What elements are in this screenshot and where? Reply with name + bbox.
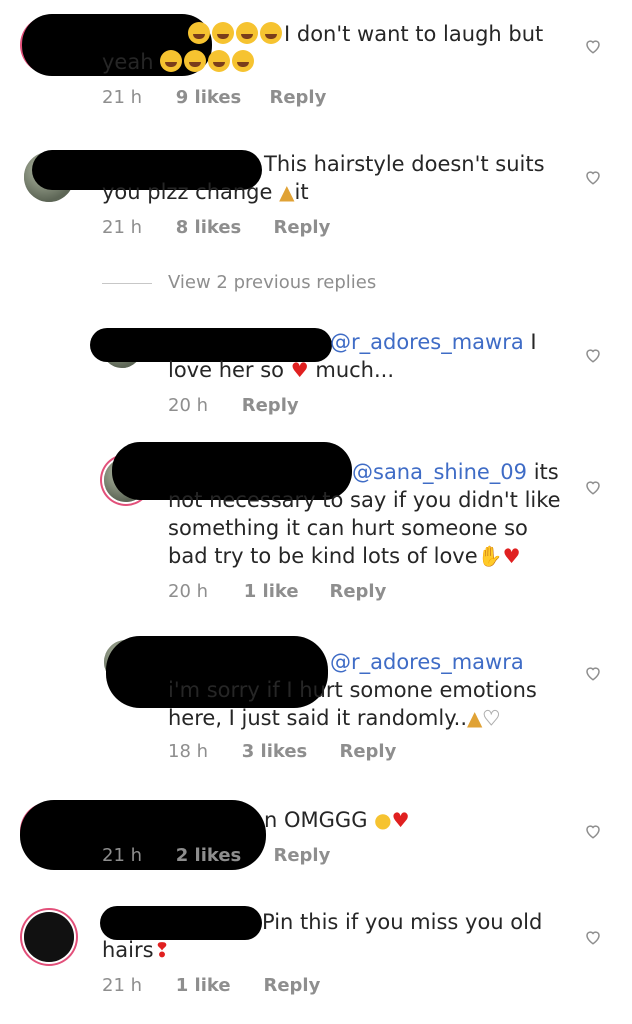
laughing-emoji-icon	[232, 50, 255, 72]
comment-text-line2: love her so ♥ much...	[168, 358, 395, 382]
heart-outline-icon[interactable]	[584, 664, 602, 682]
comment-text: @r_adores_mawra	[330, 648, 524, 676]
mention-link[interactable]: @sana_shine_09	[352, 460, 527, 484]
comment-text-line4: bad try to be kind lots of love✋♥	[168, 544, 521, 568]
comment-text-line2: not necessary to say if you didn't like	[168, 488, 561, 512]
red-heart-emoji-icon: ♥	[502, 544, 521, 568]
reply-button[interactable]: Reply	[242, 394, 299, 418]
folded-hands-emoji-icon: ▲	[279, 180, 295, 204]
likes-count[interactable]: 8 likes	[176, 216, 268, 240]
laughing-emoji-icon	[236, 22, 258, 44]
heart-outline-icon[interactable]	[584, 37, 602, 55]
reply-button[interactable]: Reply	[269, 86, 326, 110]
laughing-emoji-icon	[260, 22, 282, 44]
laughing-emoji-icon	[184, 50, 207, 72]
heart-exclamation-emoji-icon: ❢	[153, 938, 171, 962]
white-heart-emoji-icon: ♥	[482, 706, 501, 731]
laughing-emoji-icon	[160, 50, 183, 72]
reply-button[interactable]: Reply	[273, 216, 330, 240]
likes-count[interactable]: 9 likes	[176, 86, 264, 110]
comment-text-line2: yeah	[102, 48, 256, 76]
likes-count[interactable]: 2 likes	[176, 844, 268, 868]
reply-button[interactable]: Reply	[339, 740, 396, 764]
view-previous-replies-link[interactable]: View 2 previous replies	[168, 272, 376, 293]
mention-link[interactable]: @r_adores_mawra	[330, 650, 524, 674]
raising-hands-emoji-icon: ✋	[477, 544, 503, 568]
crying-emoji-icon: ●	[374, 808, 392, 832]
comment-text: I don't want to laugh but	[188, 20, 543, 48]
divider	[102, 283, 152, 284]
comment-text: @sana_shine_09 its	[352, 460, 559, 484]
folded-hands-emoji-icon: ▲	[467, 706, 483, 730]
heart-outline-icon[interactable]	[584, 822, 602, 840]
comment-text: Pin this if you miss you old	[262, 910, 543, 934]
timestamp: 21 h	[102, 217, 143, 238]
likes-count[interactable]: 3 likes	[242, 740, 334, 764]
laughing-emoji-icon	[212, 22, 234, 44]
heart-outline-icon[interactable]	[584, 168, 602, 186]
reply-button[interactable]: Reply	[329, 580, 386, 604]
comment-text-line2: i'm sorry if I hurt somone emotions	[168, 678, 537, 702]
mention-link[interactable]: @r_adores_mawra	[330, 330, 524, 354]
heart-outline-icon[interactable]	[584, 346, 602, 364]
comment-text-line2: you plzz change ▲it	[102, 180, 309, 204]
comment-text: n OMGGG ●♥	[264, 808, 410, 832]
comment-text-line2: hairs❢	[102, 938, 171, 962]
likes-count[interactable]: 1 like	[244, 580, 324, 604]
reply-button[interactable]: Reply	[273, 844, 330, 868]
laughing-emoji-icon	[208, 50, 231, 72]
avatar[interactable]	[24, 912, 74, 962]
redacted-username	[100, 906, 262, 940]
timestamp: 21 h	[102, 845, 143, 866]
reply-button[interactable]: Reply	[263, 974, 320, 998]
timestamp: 20 h	[168, 581, 209, 602]
likes-count[interactable]: 1 like	[176, 974, 258, 998]
red-heart-emoji-icon: ♥	[391, 808, 410, 832]
comment-text: This hairstyle doesn't suits	[264, 152, 545, 176]
comment-text-line3: here, I just said it randomly..▲♥	[168, 706, 501, 731]
timestamp: 21 h	[102, 87, 143, 108]
red-heart-emoji-icon: ♥	[290, 358, 309, 382]
heart-outline-icon[interactable]	[584, 478, 602, 496]
comment-text: @r_adores_mawra I	[330, 330, 537, 354]
timestamp: 21 h	[102, 975, 143, 996]
laughing-emoji-icon	[188, 22, 210, 44]
heart-outline-icon[interactable]	[584, 928, 602, 946]
timestamp: 20 h	[168, 395, 209, 416]
comment-text-line3: something it can hurt someone so	[168, 516, 528, 540]
timestamp: 18 h	[168, 741, 209, 762]
